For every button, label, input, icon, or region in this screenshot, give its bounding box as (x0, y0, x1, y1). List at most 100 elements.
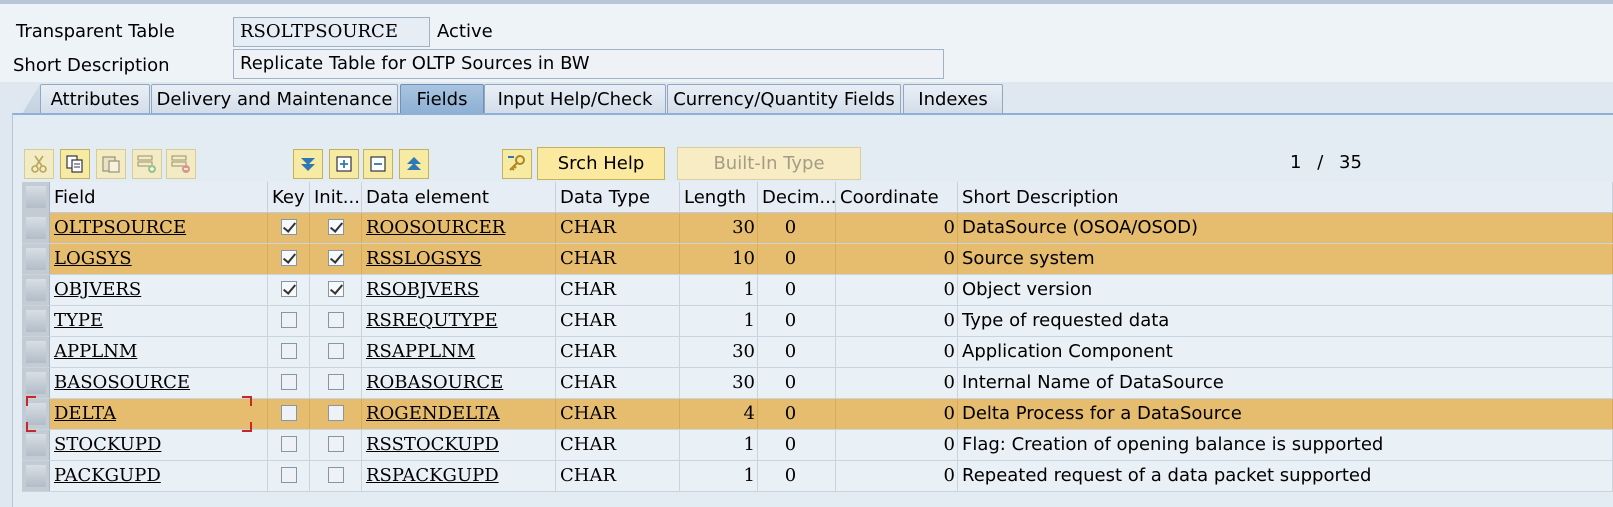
data-type-cell[interactable]: CHAR (556, 399, 680, 429)
field-name-cell[interactable]: PACKGUPD (50, 461, 268, 491)
init-checkbox[interactable] (328, 405, 344, 421)
data-element-cell[interactable]: ROGENDELTA (362, 399, 556, 429)
data-element-cell[interactable]: RSSTOCKUPD (362, 430, 556, 460)
column-header-key[interactable]: Key (268, 182, 310, 213)
row-selector[interactable] (22, 244, 50, 274)
table-row[interactable]: STOCKUPD RSSTOCKUPD CHAR 1 0 0 Flag: Creation … (22, 430, 1613, 461)
coordinate-cell[interactable]: 0 (836, 337, 958, 367)
decimals-cell[interactable]: 0 (758, 399, 836, 429)
row-selector[interactable] (22, 430, 50, 460)
key-checkbox[interactable] (281, 312, 297, 328)
decimals-cell[interactable]: 0 (758, 461, 836, 491)
row-selector[interactable] (22, 399, 50, 429)
decimals-cell[interactable]: 0 (758, 337, 836, 367)
init-checkbox[interactable] (328, 467, 344, 483)
key-checkbox[interactable] (281, 405, 297, 421)
decimals-cell[interactable]: 0 (758, 244, 836, 274)
init-checkbox[interactable] (328, 374, 344, 390)
data-element-cell[interactable]: ROOSOURCER (362, 213, 556, 243)
field-name-cell[interactable]: LOGSYS (50, 244, 268, 274)
key-checkbox[interactable] (281, 250, 297, 266)
data-type-cell[interactable]: CHAR (556, 244, 680, 274)
short-description-field[interactable]: Replicate Table for OLTP Sources in BW (233, 49, 944, 79)
short-description-cell[interactable]: Flag: Creation of opening balance is sup… (958, 430, 1613, 460)
short-description-cell[interactable]: Type of requested data (958, 306, 1613, 336)
coordinate-cell[interactable]: 0 (836, 399, 958, 429)
column-header-field[interactable]: Field (50, 182, 268, 213)
row-selector[interactable] (22, 213, 50, 243)
data-element-cell[interactable]: RSSLOGSYS (362, 244, 556, 274)
coordinate-cell[interactable]: 0 (836, 213, 958, 243)
tab-attributes[interactable]: Attributes (40, 84, 150, 114)
column-header-data-type[interactable]: Data Type (556, 182, 680, 213)
data-type-cell[interactable]: CHAR (556, 275, 680, 305)
field-name-cell[interactable]: BASOSOURCE (50, 368, 268, 398)
delete-field-button[interactable] (363, 149, 393, 179)
table-row[interactable]: BASOSOURCE ROBASOURCE CHAR 30 0 0 Internal Nam… (22, 368, 1613, 399)
data-element-cell[interactable]: RSOBJVERS (362, 275, 556, 305)
row-selector[interactable] (22, 461, 50, 491)
row-selector[interactable] (22, 306, 50, 336)
length-cell[interactable]: 10 (680, 244, 758, 274)
field-name-cell[interactable]: STOCKUPD (50, 430, 268, 460)
key-checkbox[interactable] (281, 467, 297, 483)
copy-button[interactable] (60, 149, 90, 179)
row-selector[interactable] (22, 368, 50, 398)
init-checkbox[interactable] (328, 250, 344, 266)
column-header-coordinate[interactable]: Coordinate (836, 182, 958, 213)
length-cell[interactable]: 30 (680, 368, 758, 398)
length-cell[interactable]: 1 (680, 430, 758, 460)
field-name-cell[interactable]: DELTA (50, 399, 268, 429)
data-element-cell[interactable]: RSPACKGUPD (362, 461, 556, 491)
delete-row-button[interactable] (166, 149, 196, 179)
table-row[interactable]: TYPE RSREQUTYPE CHAR 1 0 0 Type of requested d… (22, 306, 1613, 337)
data-element-cell[interactable]: ROBASOURCE (362, 368, 556, 398)
table-row[interactable]: APPLNM RSAPPLNM CHAR 30 0 0 Application Compon… (22, 337, 1613, 368)
tab-currency-quantity-fields[interactable]: Currency/Quantity Fields (667, 84, 901, 114)
data-type-cell[interactable]: CHAR (556, 306, 680, 336)
key-checkbox[interactable] (281, 343, 297, 359)
length-cell[interactable]: 1 (680, 461, 758, 491)
row-selector[interactable] (22, 337, 50, 367)
column-header-data-element[interactable]: Data element (362, 182, 556, 213)
init-checkbox[interactable] (328, 312, 344, 328)
tab-input-help-check[interactable]: Input Help/Check (484, 84, 666, 114)
insert-row-button[interactable] (132, 149, 162, 179)
decimals-cell[interactable]: 0 (758, 306, 836, 336)
paste-button[interactable] (96, 149, 126, 179)
decimals-cell[interactable]: 0 (758, 430, 836, 460)
key-checkbox[interactable] (281, 374, 297, 390)
length-cell[interactable]: 30 (680, 213, 758, 243)
insert-field-button[interactable] (329, 149, 359, 179)
tab-delivery-and-maintenance[interactable]: Delivery and Maintenance (151, 84, 398, 114)
coordinate-cell[interactable]: 0 (836, 461, 958, 491)
init-checkbox[interactable] (328, 281, 344, 297)
row-selector[interactable] (22, 275, 50, 305)
data-type-cell[interactable]: CHAR (556, 430, 680, 460)
column-header-init[interactable]: Init... (310, 182, 362, 213)
data-type-cell[interactable]: CHAR (556, 213, 680, 243)
coordinate-cell[interactable]: 0 (836, 244, 958, 274)
length-cell[interactable]: 4 (680, 399, 758, 429)
data-element-cell[interactable]: RSREQUTYPE (362, 306, 556, 336)
column-header-length[interactable]: Length (680, 182, 758, 213)
coordinate-cell[interactable]: 0 (836, 306, 958, 336)
init-checkbox[interactable] (328, 219, 344, 235)
field-name-cell[interactable]: OBJVERS (50, 275, 268, 305)
short-description-cell[interactable]: Source system (958, 244, 1613, 274)
short-description-cell[interactable]: Repeated request of a data packet suppor… (958, 461, 1613, 491)
data-type-cell[interactable]: CHAR (556, 337, 680, 367)
key-checkbox[interactable] (281, 436, 297, 452)
length-cell[interactable]: 1 (680, 275, 758, 305)
short-description-cell[interactable]: DataSource (OSOA/OSOD) (958, 213, 1613, 243)
move-down-button[interactable] (293, 149, 323, 179)
coordinate-cell[interactable]: 0 (836, 275, 958, 305)
column-header-decimals[interactable]: Decim... (758, 182, 836, 213)
table-row[interactable]: PACKGUPD RSPACKGUPD CHAR 1 0 0 Repeated reques… (22, 461, 1613, 492)
field-name-cell[interactable]: APPLNM (50, 337, 268, 367)
move-up-button[interactable] (399, 149, 429, 179)
init-checkbox[interactable] (328, 436, 344, 452)
short-description-cell[interactable]: Application Component (958, 337, 1613, 367)
coordinate-cell[interactable]: 0 (836, 430, 958, 460)
data-type-cell[interactable]: CHAR (556, 461, 680, 491)
